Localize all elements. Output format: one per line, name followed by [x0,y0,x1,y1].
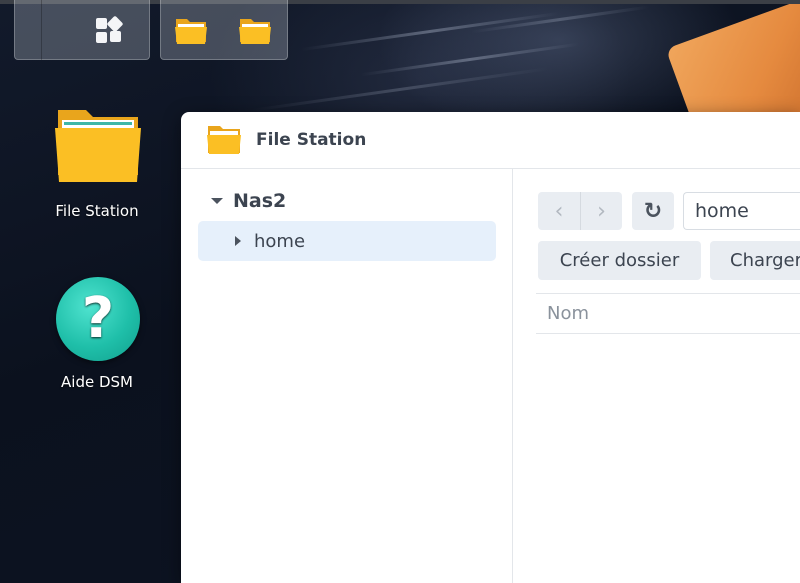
tree-item-label: home [254,230,306,252]
refresh-icon: ↻ [643,198,663,224]
create-folder-button[interactable]: Créer dossier [538,241,701,280]
tree-root-nas2[interactable]: Nas2 [211,188,286,214]
desktop-icon-file-station[interactable]: File Station [32,106,162,226]
desktop-icon-aide-dsm[interactable]: ? Aide DSM [32,277,162,397]
taskbar-separator [41,0,42,60]
path-input[interactable]: home [683,192,800,230]
taskbar-open-apps [160,0,288,60]
taskbar-main-group [14,0,150,60]
file-station-window: File Station Nas2 home ‹ › ↻ home Créer … [181,112,800,583]
caret-right-icon[interactable] [235,236,241,246]
wallpaper-streak [251,67,549,112]
refresh-button[interactable]: ↻ [632,192,674,230]
folder-icon [207,126,241,154]
file-list-pane: ‹ › ↻ home Créer dossier Charger Nom [514,169,800,583]
tree-item-home[interactable]: home [198,221,496,261]
main-menu-grid-icon[interactable] [96,15,124,44]
taskbar-file-station-folder-icon-2[interactable] [238,14,272,46]
upload-button[interactable]: Charger [710,241,800,280]
back-button[interactable]: ‹ [538,192,580,230]
folder-icon [55,110,141,182]
tree-root-label: Nas2 [233,190,287,212]
wallpaper-streak [301,11,559,52]
chevron-right-icon: › [597,198,606,224]
window-title: File Station [256,130,367,150]
taskbar-file-station-folder-icon[interactable] [174,14,208,46]
desktop-icon-label: File Station [55,202,139,220]
chevron-left-icon: ‹ [554,198,564,224]
column-header-name[interactable]: Nom [536,293,800,334]
caret-down-icon[interactable] [211,198,223,204]
wallpaper-streak [360,42,580,77]
history-nav-group: ‹ › [538,192,622,230]
window-titlebar[interactable]: File Station [181,112,800,169]
help-icon: ? [56,277,140,361]
folder-tree-pane: Nas2 home [181,169,513,583]
desktop-icon-label: Aide DSM [61,373,133,391]
forward-button[interactable]: › [580,192,622,230]
